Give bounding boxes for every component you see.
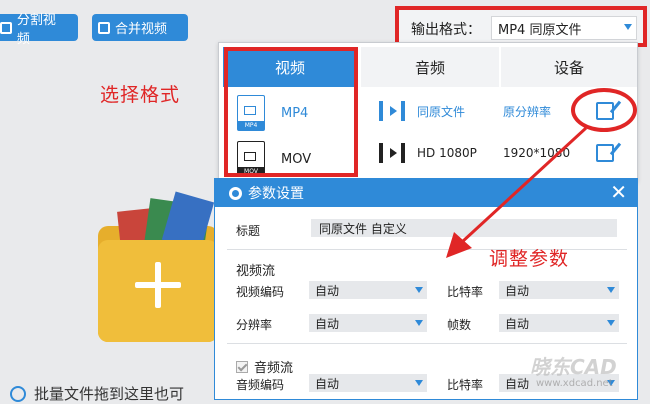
- arrow-line: [460, 126, 588, 244]
- annotation-arrow: [446, 126, 588, 258]
- watermark-logo: 晓东CAD: [530, 355, 617, 379]
- annotation-adjust-params: 调整参数: [489, 248, 570, 270]
- watermark-url: www.xdcad.net: [536, 378, 613, 389]
